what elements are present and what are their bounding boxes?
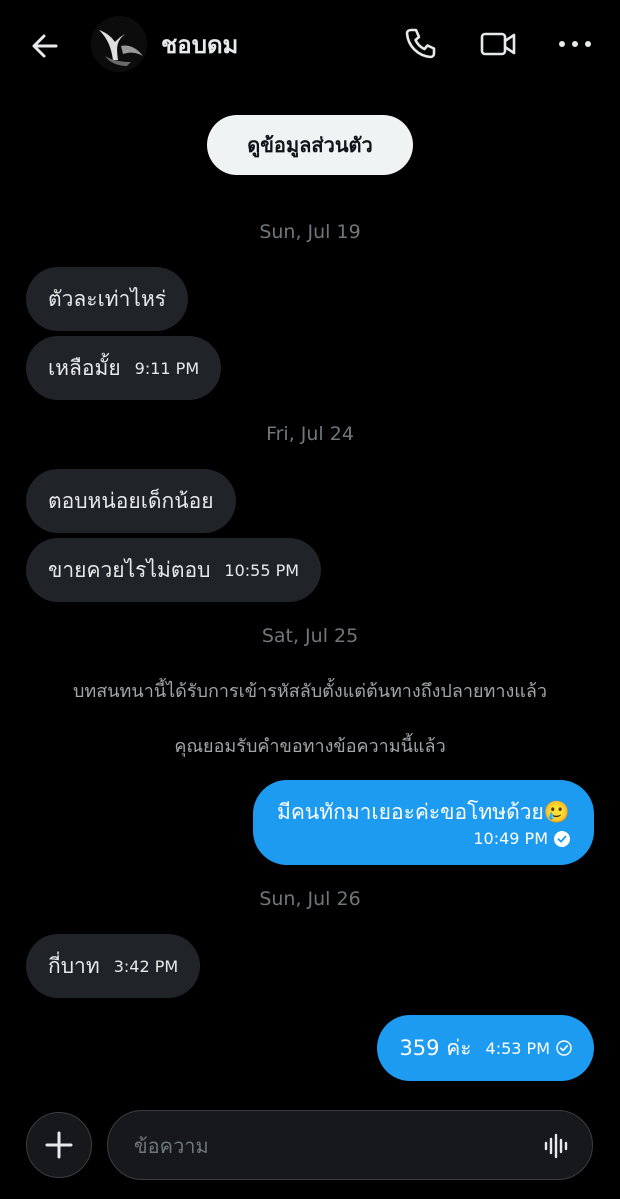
message-bubble-outgoing[interactable]: 359 ค่ะ 4:53 PM [377,1015,594,1081]
avatar-image [91,16,147,72]
encryption-notice: บทสนทนานี้ได้รับการเข้ารหัสลับตั้งแต่ต้น… [72,681,548,702]
message-bubble-incoming[interactable]: ขายควยไรไม่ตอบ 10:55 PM [26,538,322,602]
message-time: 9:11 PM [134,358,200,378]
more-options-button[interactable] [555,24,595,64]
message-text: กี่บาท [48,953,100,978]
message-text: ตอบหน่อยเด็กน้อย [48,488,214,513]
date-separator: Sun, Jul 19 [259,221,361,243]
voice-waveform-icon[interactable] [542,1131,572,1161]
message-bubble-incoming[interactable]: กี่บาท 3:42 PM [26,934,201,998]
message-text: เหลือมั้ย [48,355,121,380]
back-button[interactable] [26,26,66,66]
message-time: 10:55 PM [224,560,300,580]
message-bubble-incoming[interactable]: ตอบหน่อยเด็กน้อย [26,469,236,533]
message-text: มีคนทักมาเยอะค่ะขอโทษด้วย🥲 [277,800,570,824]
avatar[interactable] [91,16,147,72]
conversation-header: ชอบดม [0,0,620,90]
date-separator: Fri, Jul 24 [266,423,354,445]
request-accepted-notice: คุณยอมรับคำขอทางข้อความนี้แล้ว [174,736,446,757]
message-text: ขายควยไรไม่ตอบ [48,557,211,582]
phone-icon [405,28,436,59]
video-camera-icon [480,32,516,56]
video-call-button[interactable] [478,24,518,64]
more-horizontal-icon [559,41,591,47]
contact-name[interactable]: ชอบดม [161,28,238,62]
message-time: 10:49 PM [473,829,548,848]
message-text: 359 ค่ะ [399,1035,472,1060]
view-profile-button[interactable]: ดูข้อมูลส่วนตัว [207,115,413,175]
date-separator: Sun, Jul 26 [259,888,361,910]
arrow-left-icon [32,34,58,58]
message-text: ตัวละเท่าไหร่ [48,286,167,311]
message-bubble-outgoing[interactable]: มีคนทักมาเยอะค่ะขอโทษด้วย🥲 10:49 PM [253,780,594,865]
message-bubble-incoming[interactable]: เหลือมั้ย 9:11 PM [26,336,222,400]
add-attachment-button[interactable] [26,1112,92,1178]
compose-bar [0,1100,620,1199]
plus-icon [45,1131,73,1159]
read-receipt-icon [554,830,570,847]
message-time: 4:53 PM [485,1038,550,1058]
message-input[interactable] [132,1127,526,1165]
date-separator: Sat, Jul 25 [261,625,359,647]
sent-receipt-icon [556,1040,572,1056]
message-bubble-incoming[interactable]: ตัวละเท่าไหร่ [26,267,189,331]
call-button[interactable] [400,24,440,64]
message-time: 3:42 PM [113,956,179,976]
message-input-container[interactable] [107,1110,593,1180]
